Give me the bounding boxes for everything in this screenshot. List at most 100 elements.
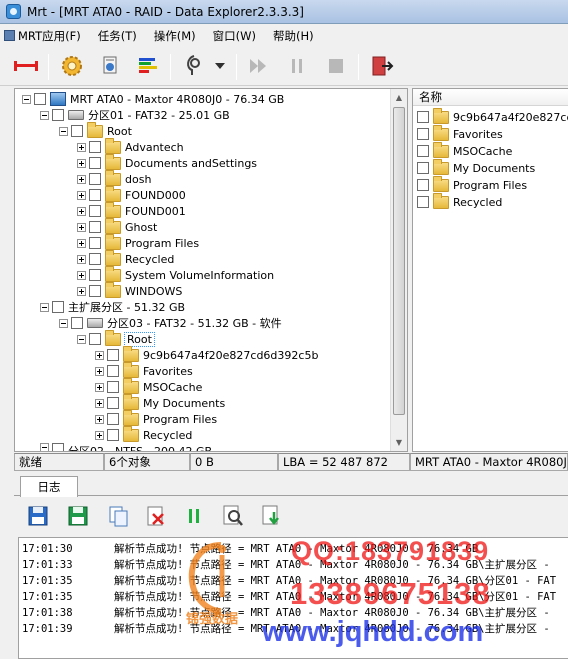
expand-toggle[interactable] <box>77 270 86 280</box>
tree-checkbox[interactable] <box>71 317 83 329</box>
list-checkbox[interactable] <box>417 128 429 140</box>
collapse-toggle[interactable] <box>40 302 49 312</box>
save-icon[interactable] <box>24 502 52 530</box>
collapse-toggle[interactable] <box>22 94 31 104</box>
find-icon[interactable] <box>219 502 247 530</box>
tree-node-partition03[interactable]: 分区03 - FAT32 - 51.32 GB - 软件 <box>59 315 282 331</box>
tree-checkbox[interactable] <box>89 205 101 217</box>
scroll-down-icon[interactable]: ▼ <box>391 434 407 451</box>
scrollbar-thumb[interactable] <box>393 107 405 415</box>
tree-node-root3[interactable]: Root <box>77 329 155 347</box>
list-item[interactable]: Favorites <box>417 124 503 142</box>
collapse-toggle[interactable] <box>59 126 68 136</box>
tree-node-partition01[interactable]: 分区01 - FAT32 - 25.01 GB <box>40 107 230 123</box>
list-item[interactable]: My Documents <box>417 158 535 176</box>
expand-toggle[interactable] <box>95 398 104 408</box>
scroll-up-icon[interactable]: ▲ <box>391 89 407 106</box>
tree-checkbox[interactable] <box>89 141 101 153</box>
clear-icon[interactable] <box>142 502 170 530</box>
menu-mrt-app[interactable]: MRT应用(F) <box>18 28 81 44</box>
tree-scrollbar[interactable]: ▲ ▼ <box>390 89 407 451</box>
expand-toggle[interactable] <box>95 414 104 424</box>
tree-checkbox[interactable] <box>107 397 119 409</box>
expand-toggle[interactable] <box>95 430 104 440</box>
tree-node-folder[interactable]: 9c9b647a4f20e827cd6d392c5b <box>95 345 318 363</box>
tree-checkbox[interactable] <box>107 349 119 361</box>
tree-checkbox[interactable] <box>89 157 101 169</box>
copy-icon[interactable] <box>104 502 132 530</box>
expand-toggle[interactable] <box>95 382 104 392</box>
tree-checkbox[interactable] <box>89 189 101 201</box>
collapse-toggle[interactable] <box>59 318 68 328</box>
menu-help[interactable]: 帮助(H) <box>273 28 314 44</box>
tree-node-folder[interactable]: FOUND000 <box>77 185 186 203</box>
file-list[interactable]: 名称 9c9b647a4f20e827cd6d392c5bFavoritesMS… <box>412 88 568 452</box>
tree-checkbox[interactable] <box>107 429 119 441</box>
menu-window[interactable]: 窗口(W) <box>213 28 256 44</box>
list-item[interactable]: Recycled <box>417 192 502 210</box>
menu-task[interactable]: 任务(T) <box>98 28 137 44</box>
jump-icon[interactable] <box>258 502 286 530</box>
tree-checkbox[interactable] <box>89 173 101 185</box>
menu-app-icon[interactable] <box>4 30 15 41</box>
color-bars-icon[interactable] <box>134 52 162 80</box>
tab-log[interactable]: 日志 <box>20 476 78 497</box>
gear-icon[interactable] <box>58 52 86 80</box>
expand-toggle[interactable] <box>95 350 104 360</box>
expand-toggle[interactable] <box>95 366 104 376</box>
collapse-toggle[interactable] <box>40 110 49 120</box>
tree-checkbox[interactable] <box>52 109 64 121</box>
tree-node-folder[interactable]: Program Files <box>77 233 199 251</box>
tree-node-folder[interactable]: MSOCache <box>95 377 202 395</box>
tree-node-root1[interactable]: Root <box>59 121 132 139</box>
list-checkbox[interactable] <box>417 179 429 191</box>
list-checkbox[interactable] <box>417 162 429 174</box>
list-checkbox[interactable] <box>417 196 429 208</box>
disk-icon[interactable] <box>96 52 124 80</box>
tree-node-folder[interactable]: Favorites <box>95 361 193 379</box>
tree-checkbox[interactable] <box>89 253 101 265</box>
log-output[interactable]: 17:01:30 解析节点成功! 节点路径 = MRT ATA0 - Maxtor… <box>18 537 568 659</box>
tree-checkbox[interactable] <box>89 269 101 281</box>
list-item[interactable]: MSOCache <box>417 141 512 159</box>
tree-checkbox[interactable] <box>34 93 46 105</box>
expand-toggle[interactable] <box>77 254 86 264</box>
tree-node-folder[interactable]: WINDOWS <box>77 281 182 299</box>
exit-icon[interactable] <box>368 52 396 80</box>
tree-checkbox[interactable] <box>107 365 119 377</box>
probe-icon[interactable] <box>180 52 208 80</box>
save-as-icon[interactable] <box>64 502 92 530</box>
tree-node-folder[interactable]: My Documents <box>95 393 225 411</box>
menu-operation[interactable]: 操作(M) <box>154 28 196 44</box>
tree-node-folder[interactable]: Documents andSettings <box>77 153 257 171</box>
list-checkbox[interactable] <box>417 111 429 123</box>
tree-checkbox[interactable] <box>107 381 119 393</box>
tree-node-folder[interactable]: System VolumeInformation <box>77 265 274 283</box>
expand-toggle[interactable] <box>77 158 86 168</box>
tree-checkbox[interactable] <box>89 333 101 345</box>
play-icon[interactable] <box>245 52 273 80</box>
tree-node-folder[interactable]: Recycled <box>77 249 174 267</box>
tree-checkbox[interactable] <box>52 443 64 451</box>
pause-icon[interactable] <box>180 502 208 530</box>
expand-toggle[interactable] <box>77 190 86 200</box>
list-item[interactable]: Program Files <box>417 175 527 193</box>
list-item[interactable]: 9c9b647a4f20e827cd6d392c5b <box>417 107 568 125</box>
list-checkbox[interactable] <box>417 145 429 157</box>
expand-toggle[interactable] <box>77 238 86 248</box>
expand-toggle[interactable] <box>77 222 86 232</box>
tree-node-extended[interactable]: 主扩展分区 - 51.32 GB <box>40 299 185 315</box>
tree-checkbox[interactable] <box>107 413 119 425</box>
tree-checkbox[interactable] <box>89 285 101 297</box>
tree-node-folder[interactable]: dosh <box>77 169 151 187</box>
stop-icon[interactable] <box>322 52 350 80</box>
tree-node-folder[interactable]: Recycled <box>95 425 192 443</box>
tree-checkbox[interactable] <box>89 221 101 233</box>
tree-checkbox[interactable] <box>52 301 64 313</box>
expand-toggle[interactable] <box>77 286 86 296</box>
tree-node-folder[interactable]: Ghost <box>77 217 157 235</box>
column-header-name[interactable]: 名称 <box>413 89 568 106</box>
tree-node-folder[interactable]: Advantech <box>77 137 184 155</box>
tree-node-folder[interactable]: Program Files <box>95 409 217 427</box>
tree-node-disk[interactable]: MRT ATA0 - Maxtor 4R080J0 - 76.34 GB <box>22 91 284 107</box>
